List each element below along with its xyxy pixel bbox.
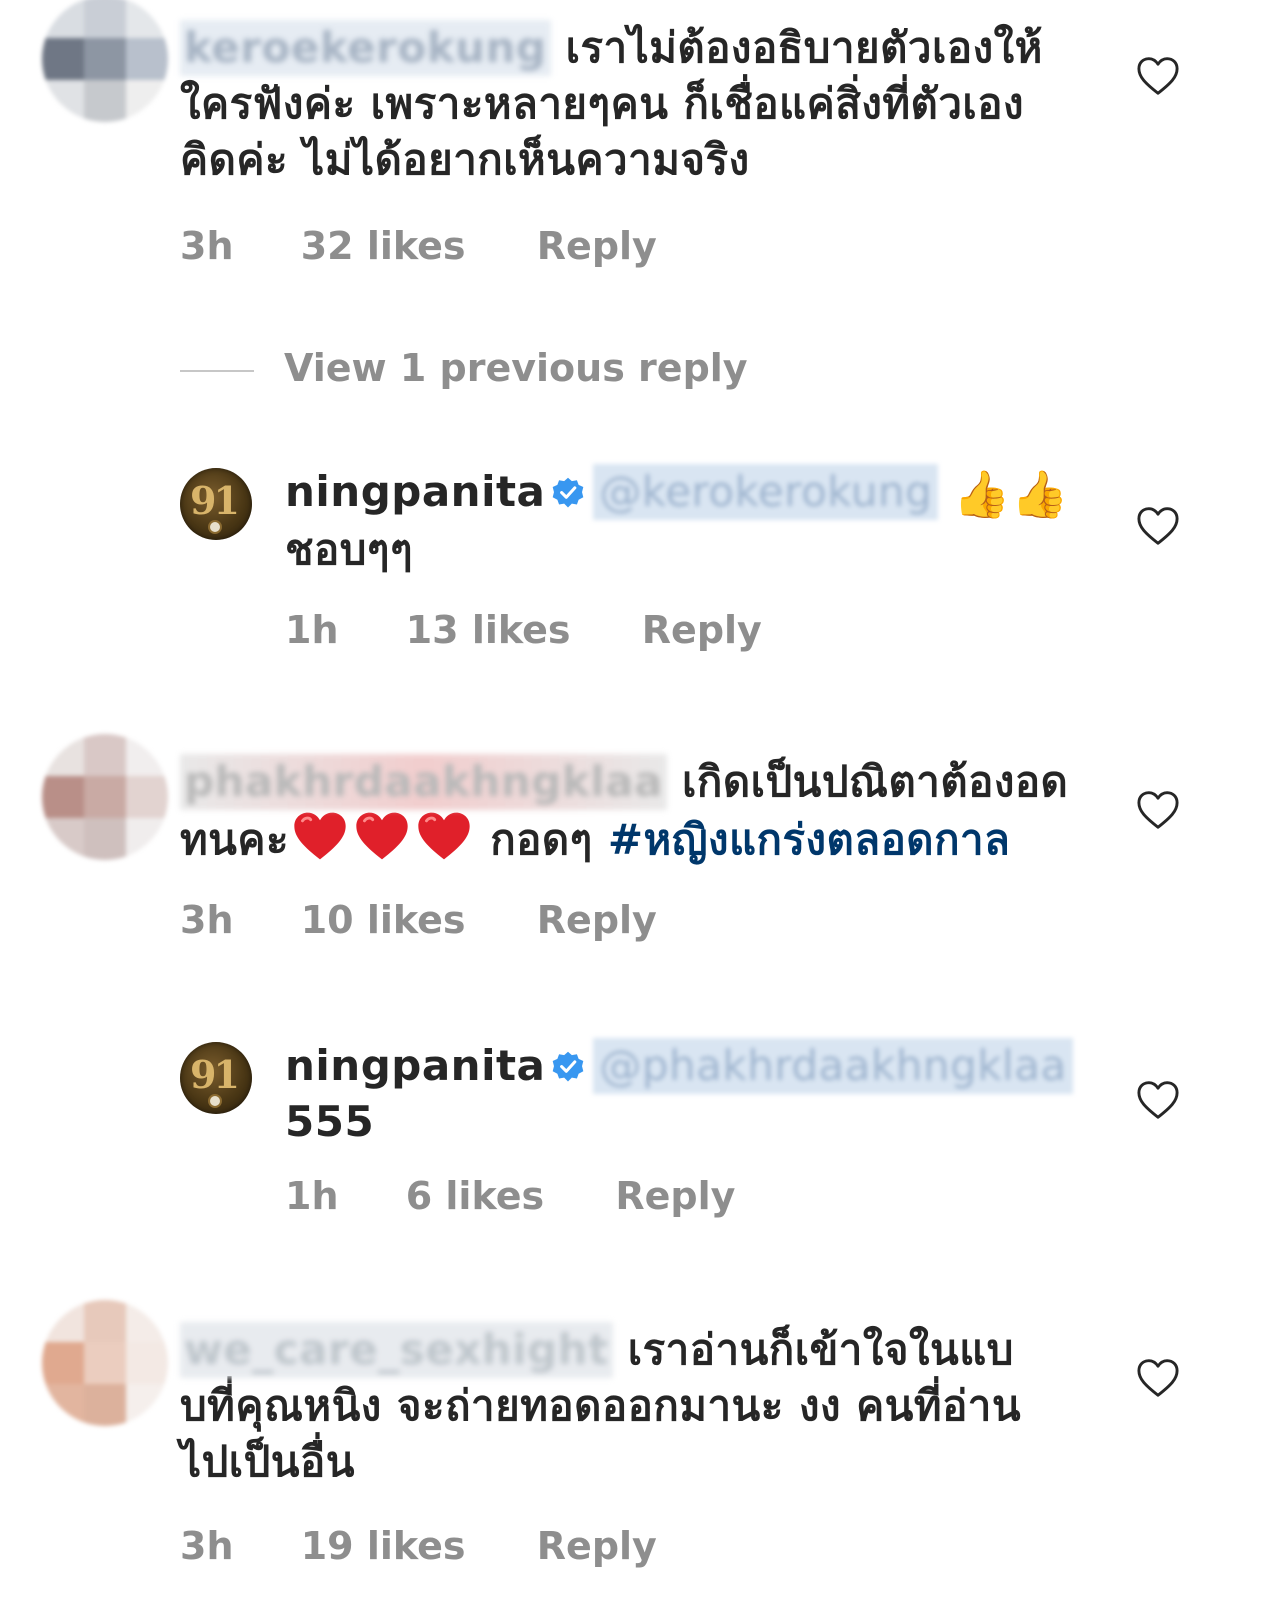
comment-body-line: เกิดเป็นปณิตาต้องอด — [682, 757, 1069, 806]
comment-meta: 3h 32 likes Reply — [180, 224, 657, 268]
comment-meta: 3h 10 likes Reply — [180, 898, 657, 942]
avatar[interactable]: 91 — [180, 468, 252, 540]
reply-button[interactable]: Reply — [537, 898, 657, 942]
reply-button[interactable]: Reply — [537, 1524, 657, 1568]
reply-text: ningpanita @kerokerokung 👍👍 ชอบๆๆ — [285, 464, 1069, 578]
heart-outline-icon[interactable] — [1136, 1358, 1180, 1398]
reply-text: ningpanita @phakhrdaakhngklaa 555 — [285, 1038, 1073, 1150]
comment-timestamp: 3h — [180, 1524, 234, 1568]
reply-username[interactable]: ningpanita — [285, 1041, 545, 1090]
hashtag-link[interactable]: #หญิงแกร่งตลอดกาล — [608, 815, 1011, 864]
red-heart-emoji — [356, 812, 408, 860]
red-heart-emoji — [418, 812, 470, 860]
reply-mention[interactable]: @kerokerokung — [593, 464, 939, 520]
reply-meta: 1h 6 likes Reply — [285, 1174, 735, 1218]
avatar-text: 91 — [190, 478, 240, 523]
view-previous-replies-button[interactable]: View 1 previous reply — [180, 346, 748, 390]
comment-meta: 3h 19 likes Reply — [180, 1524, 657, 1568]
comment-body-line: บที่คุณหนิง จะถ่ายทอดออกมานะ งง คนที่อ่า… — [180, 1381, 1022, 1430]
comment-timestamp: 3h — [180, 898, 234, 942]
comment-body-line: ใครฟังค่ะ เพราะหลายๆคน ก็เชื่อแค่สิ่งที่… — [180, 79, 1024, 128]
heart-outline-icon[interactable] — [1136, 506, 1180, 546]
avatar[interactable]: 91 — [180, 1042, 252, 1114]
avatar[interactable] — [42, 0, 168, 122]
comment-body-line: ไปเป็นอื่น — [180, 1437, 355, 1486]
reply-mention[interactable]: @phakhrdaakhngklaa — [593, 1038, 1073, 1094]
reply-meta: 1h 13 likes Reply — [285, 608, 762, 652]
comment-text: phakhrdaakhngklaa เกิดเป็นปณิตาต้องอด ทน… — [180, 754, 1068, 868]
thumbs-up-emoji: 👍👍 — [953, 467, 1069, 521]
verified-badge-icon — [553, 477, 584, 508]
heart-outline-icon[interactable] — [1136, 1080, 1180, 1120]
comment-body-line: คิดค่ะ ไม่ได้อยากเห็นความจริง — [180, 135, 750, 184]
reply-button[interactable]: Reply — [537, 224, 657, 268]
red-heart-emoji — [294, 812, 346, 860]
comment-body-line: เราอ่านก็เข้าใจในแบ — [627, 1325, 1014, 1374]
comment-likes-count[interactable]: 32 likes — [301, 224, 466, 268]
comment-timestamp: 3h — [180, 224, 234, 268]
comment-likes-count[interactable]: 19 likes — [301, 1524, 466, 1568]
comment-body-text: กอดๆ — [490, 815, 593, 864]
reply-body: 555 — [285, 1097, 375, 1146]
comment-text: we_care_sexhight เราอ่านก็เข้าใจในแบ บที… — [180, 1322, 1021, 1490]
comment-body-line: ทนคะ — [180, 815, 290, 864]
verified-badge-icon — [553, 1051, 584, 1082]
reply-timestamp: 1h — [285, 608, 339, 652]
reply-body: ชอบๆๆ — [285, 525, 414, 574]
avatar-badge — [208, 520, 222, 534]
reply-button[interactable]: Reply — [642, 608, 762, 652]
comment-text: keroekerokung เราไม่ต้องอธิบายตัวเองให้ … — [180, 20, 1043, 188]
heart-outline-icon[interactable] — [1136, 790, 1180, 830]
reply-button[interactable]: Reply — [615, 1174, 735, 1218]
reply-timestamp: 1h — [285, 1174, 339, 1218]
comment-body-line: เราไม่ต้องอธิบายตัวเองให้ — [565, 23, 1043, 72]
view-previous-label: View 1 previous reply — [284, 346, 748, 390]
reply-likes-count[interactable]: 13 likes — [406, 608, 571, 652]
avatar-badge — [208, 1094, 222, 1108]
reply-likes-count[interactable]: 6 likes — [406, 1174, 544, 1218]
avatar[interactable] — [42, 1300, 168, 1426]
reply-username[interactable]: ningpanita — [285, 467, 545, 516]
comment-username[interactable]: phakhrdaakhngklaa — [180, 754, 667, 810]
comment-username[interactable]: keroekerokung — [180, 20, 551, 76]
comment-username[interactable]: we_care_sexhight — [180, 1322, 613, 1378]
comment-likes-count[interactable]: 10 likes — [301, 898, 466, 942]
heart-outline-icon[interactable] — [1136, 56, 1180, 96]
avatar-text: 91 — [190, 1052, 240, 1097]
avatar[interactable] — [42, 734, 168, 860]
divider — [180, 369, 254, 372]
